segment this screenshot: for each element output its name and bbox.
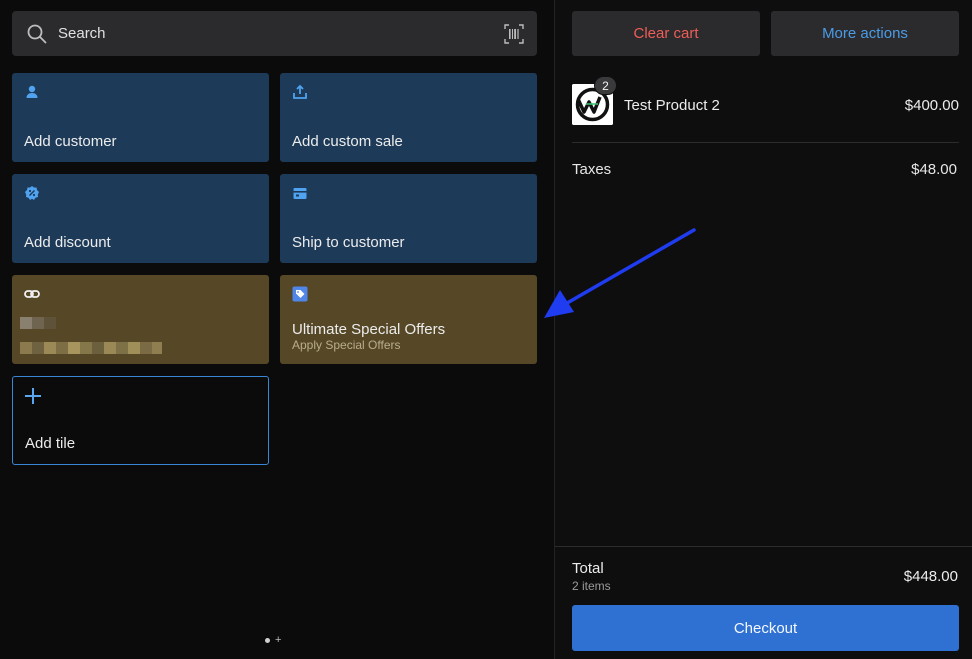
tile-grid-panel: Search Add customer Add custom sale Add … — [0, 0, 554, 659]
search-input[interactable]: Search — [58, 25, 106, 42]
cart-footer: Total 2 items $448.00 Checkout — [555, 546, 972, 659]
barcode-scan-icon[interactable] — [504, 24, 524, 44]
tile-label: Add custom sale — [292, 133, 403, 150]
tile-label: Ultimate Special Offers — [292, 321, 446, 338]
taxes-label[interactable]: Taxes — [572, 161, 611, 178]
checkout-button[interactable]: Checkout — [572, 605, 959, 651]
pixelated-redaction — [20, 317, 56, 329]
product-name: Test Product 2 — [624, 97, 720, 114]
person-icon — [26, 85, 38, 98]
tile-obscured-link[interactable] — [12, 275, 269, 364]
tile-add-discount[interactable]: Add discount — [12, 174, 269, 263]
page-indicator[interactable]: + — [265, 635, 281, 646]
cart-line-item[interactable]: 2 Test Product 2 $400.00 — [572, 76, 959, 126]
quantity-badge: 2 — [594, 76, 617, 95]
discount-badge-icon — [25, 186, 39, 200]
search-icon — [27, 24, 47, 44]
product-price: $400.00 — [904, 97, 959, 114]
cart-panel: Clear cart More actions 2 Test Product 2… — [554, 0, 972, 659]
plus-icon — [25, 388, 41, 404]
tile-label: Ship to customer — [292, 234, 405, 251]
link-icon — [24, 290, 40, 298]
shipping-box-icon — [293, 188, 307, 199]
tile-label: Add customer — [24, 133, 117, 150]
clear-cart-button[interactable]: Clear cart — [572, 11, 760, 56]
tile-add-custom-sale[interactable]: Add custom sale — [280, 73, 537, 162]
annotation-arrow-icon — [544, 228, 696, 318]
tile-ship-to-customer[interactable]: Ship to customer — [280, 174, 537, 263]
taxes-value: $48.00 — [911, 161, 957, 178]
more-actions-button[interactable]: More actions — [771, 11, 959, 56]
page-dot-active[interactable] — [265, 637, 270, 643]
tile-ultimate-special-offers[interactable]: Ultimate Special Offers Apply Special Of… — [280, 275, 537, 364]
tile-add-tile[interactable]: Add tile — [12, 376, 269, 465]
add-page-icon[interactable]: + — [275, 635, 281, 646]
tile-label: Add tile — [25, 435, 76, 452]
items-count: 2 items — [572, 579, 611, 593]
tag-icon — [292, 286, 308, 302]
pixelated-redaction — [20, 342, 162, 354]
tile-label: Add discount — [24, 234, 111, 251]
divider — [572, 142, 959, 143]
tile-sublabel: Apply Special Offers — [292, 338, 401, 352]
search-bar[interactable]: Search — [12, 11, 537, 56]
total-label: Total — [572, 560, 604, 577]
total-value: $448.00 — [903, 568, 958, 585]
upload-tray-icon — [293, 84, 307, 99]
tile-add-customer[interactable]: Add customer — [12, 73, 269, 162]
